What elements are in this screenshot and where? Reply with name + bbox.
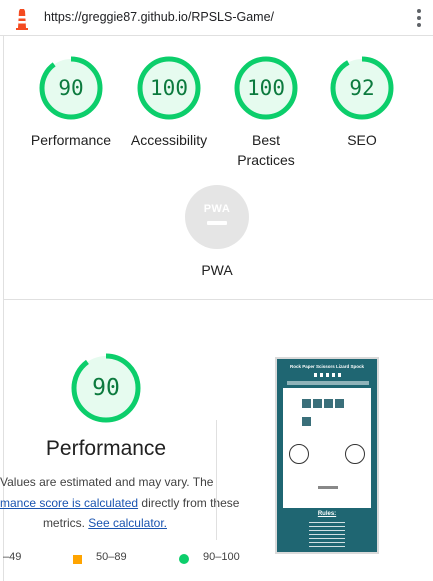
legend-average-range: 50–89 (96, 551, 127, 563)
desc-text: directly from these (138, 496, 240, 510)
pwa-label: PWA (201, 262, 233, 278)
performance-score: 90 (92, 375, 120, 401)
pass-circle-icon (179, 554, 189, 564)
gauge-label-seo: SEO (347, 132, 377, 148)
pwa-badge[interactable]: PWA (185, 185, 249, 249)
gauge-label-best-practices: Best Practices (216, 130, 316, 170)
thumbnail-game-card (283, 388, 371, 508)
label-line: Best (251, 132, 280, 148)
gauge-label-performance: Performance (30, 132, 112, 148)
player-hand-icon (289, 444, 309, 464)
gauge-score: 100 (247, 76, 285, 100)
legend-fail-range: –49 (3, 551, 22, 563)
gauge-best-practices[interactable]: 100 (233, 55, 299, 121)
performance-desc-line1: Values are estimated and may vary. The (0, 475, 214, 489)
computer-hand-icon (345, 444, 365, 464)
game-status-bar (318, 486, 338, 489)
gauge-seo[interactable]: 92 (329, 55, 395, 121)
performance-title: Performance (45, 437, 167, 460)
gauge-score: 92 (349, 76, 375, 100)
final-screenshot-thumbnail[interactable]: Rock Paper Scissors Lizard Spock Rules: (275, 357, 379, 554)
label-line: Practices (237, 152, 295, 168)
vertical-divider (216, 420, 217, 540)
desc-text: metrics. (42, 516, 85, 530)
gauge-performance[interactable]: 90 (38, 55, 104, 121)
legend-pass-range: 90–100 (203, 551, 240, 563)
report-topbar: https://greggie87.github.io/RPSLS-Game/ (0, 0, 433, 36)
thumbnail-rules-heading: Rules: (317, 511, 337, 517)
gauge-score: 90 (58, 76, 84, 100)
gauge-accessibility[interactable]: 100 (136, 55, 202, 121)
see-calculator-link[interactable]: See calculator. (88, 516, 167, 530)
gauge-label-accessibility: Accessibility (130, 132, 208, 148)
score-calculated-link[interactable]: mance score is calculated (0, 496, 138, 510)
gauge-score: 100 (150, 76, 188, 100)
section-divider (4, 299, 433, 300)
average-square-icon (73, 555, 82, 564)
thumbnail-rules-lines (309, 522, 345, 550)
thumbnail-title: Rock Paper Scissors Lizard Spock (289, 364, 365, 369)
report-url[interactable]: https://greggie87.github.io/RPSLS-Game/ (44, 10, 274, 24)
hand-icons-row (314, 373, 344, 377)
more-options-icon[interactable] (412, 9, 426, 29)
pwa-badge-text: PWA (203, 203, 231, 215)
lighthouse-icon (16, 9, 28, 30)
pwa-dash-icon (207, 221, 227, 225)
performance-gauge-large: 90 (70, 352, 142, 424)
thumbnail-subtitle-bar (287, 381, 369, 385)
choice-buttons (301, 396, 351, 426)
performance-desc-line3: metrics. See calculator. (0, 516, 167, 530)
performance-desc-line2: mance score is calculated directly from … (0, 496, 239, 510)
